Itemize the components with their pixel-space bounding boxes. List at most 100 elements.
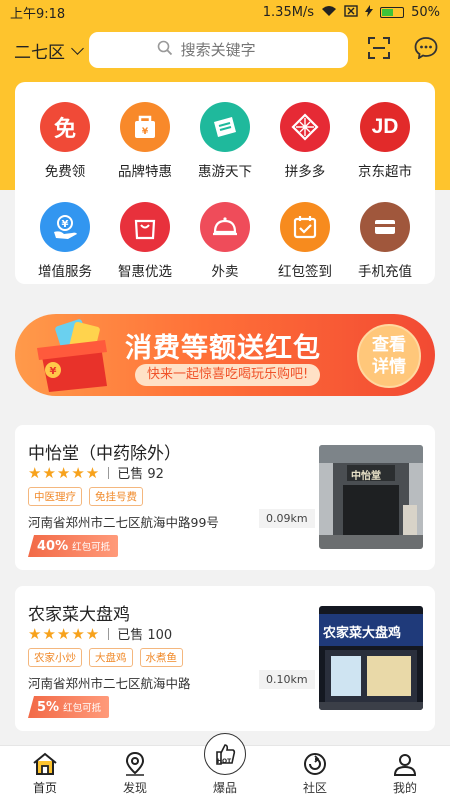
jd-icon: JD	[360, 102, 410, 152]
card-icon	[360, 202, 410, 252]
pinduoduo-icon	[280, 102, 330, 152]
shop-card[interactable]: 农家菜大盘鸡 ★★★★★ 已售 100 农家小炒 大盘鸡 水煮鱼 河南省郑州市二…	[15, 586, 435, 731]
category-smart-select[interactable]: 智惠优选	[105, 182, 185, 282]
shop-tag: 免挂号费	[89, 487, 143, 506]
sold-count: 已售 100	[117, 628, 173, 643]
category-label: 京东超市	[358, 164, 412, 180]
category-value-added[interactable]: ¥ 增值服务	[25, 182, 105, 282]
battery-percent: 50%	[411, 4, 440, 20]
district-label: 二七区	[14, 42, 65, 63]
shop-address: 河南省郑州市二七区航海中路	[28, 676, 191, 691]
hot-badge: HOT	[217, 758, 232, 765]
shop-name: 农家菜大盘鸡	[28, 605, 130, 625]
shop-tag: 中医理疗	[28, 487, 82, 506]
top-header: 二七区	[0, 30, 450, 70]
category-label: 外卖	[211, 264, 239, 280]
category-label: 拼多多	[284, 164, 326, 180]
calendar-check-icon	[280, 202, 330, 252]
category-label: 惠游天下	[198, 164, 252, 180]
status-time: 上午9:18	[10, 6, 66, 22]
redpack-badge: 40% 红包可抵	[28, 535, 119, 557]
chevron-down-icon	[71, 41, 84, 55]
shopping-bag-icon	[120, 202, 170, 252]
scan-icon[interactable]	[368, 37, 390, 63]
svg-text:¥: ¥	[50, 366, 57, 377]
brand-bag-icon: ¥	[120, 102, 170, 152]
redpack-percent: 5%	[37, 699, 60, 715]
category-label: 手机充值	[358, 264, 412, 280]
search-icon	[157, 40, 173, 60]
gift-box-icon: ¥	[37, 319, 107, 392]
category-label: 免费领	[44, 164, 86, 180]
search-input[interactable]	[180, 41, 281, 59]
banner-subtitle: 快来一起惊喜吃喝玩乐购吧!	[135, 364, 321, 386]
category-pinduoduo[interactable]: 拼多多	[265, 82, 345, 182]
category-travel[interactable]: 惠游天下	[185, 82, 265, 182]
shop-photo: 农家菜大盘鸡	[319, 606, 423, 710]
tab-label: 爆品	[212, 781, 237, 795]
home-icon	[32, 749, 58, 779]
category-sign-in[interactable]: 红包签到	[265, 182, 345, 282]
tab-community[interactable]: 社区	[270, 746, 360, 800]
shop-rating: ★★★★★ 已售 100	[28, 624, 173, 644]
shop-tags: 中医理疗 免挂号费	[28, 487, 143, 506]
hot-button[interactable]: HOT	[204, 733, 246, 775]
redpack-label: 红包可抵	[72, 542, 111, 553]
svg-text:¥: ¥	[62, 219, 69, 230]
category-jd[interactable]: JD 京东超市	[345, 82, 425, 182]
tab-mine[interactable]: 我的	[360, 746, 450, 800]
rating-stars: ★★★★★	[28, 463, 101, 482]
shop-tag: 大盘鸡	[89, 648, 133, 667]
tab-label: 社区	[302, 781, 327, 795]
svg-text:¥: ¥	[142, 127, 149, 137]
shop-tag: 农家小炒	[28, 648, 82, 667]
wifi-icon	[321, 5, 337, 20]
food-cloche-icon	[200, 202, 250, 252]
shop-name: 中怡堂（中药除外）	[28, 444, 181, 464]
charging-icon	[365, 4, 374, 20]
message-icon[interactable]	[414, 37, 438, 63]
promo-banner[interactable]: ¥ 消费等额送红包 快来一起惊喜吃喝玩乐购吧! 查看 详情	[15, 314, 435, 396]
category-card: 免 免费领 ¥ 品牌特惠 惠游天下 拼多多 JD 京东超市 ¥ 增值服务 智惠优…	[15, 82, 435, 284]
redpack-percent: 40%	[37, 538, 69, 554]
rating-stars: ★★★★★	[28, 624, 101, 643]
category-label: 红包签到	[278, 264, 332, 280]
redpack-badge: 5% 红包可抵	[28, 696, 110, 718]
shop-sign: 农家菜大盘鸡	[323, 626, 402, 641]
network-speed: 1.35M/s	[262, 4, 315, 20]
battery-fill	[382, 8, 394, 16]
sim-off-icon	[344, 4, 358, 20]
banner-title: 消费等额送红包	[125, 333, 321, 364]
status-bar: 上午9:18 1.35M/s 50%	[0, 0, 450, 24]
district-selector[interactable]: 二七区	[14, 38, 89, 63]
ticket-icon	[200, 102, 250, 152]
tab-label: 发现	[122, 781, 147, 795]
shop-sign: 中怡堂	[351, 471, 381, 482]
free-icon: 免	[40, 102, 90, 152]
tab-label: 首页	[32, 781, 57, 795]
shop-distance: 0.09km	[259, 509, 315, 528]
sold-count: 已售 92	[117, 467, 164, 482]
category-recharge[interactable]: 手机充值	[345, 182, 425, 282]
category-takeout[interactable]: 外卖	[185, 182, 265, 282]
tab-home[interactable]: 首页	[0, 746, 90, 800]
user-icon	[392, 749, 418, 779]
shop-card[interactable]: 中怡堂（中药除外） ★★★★★ 已售 92 中医理疗 免挂号费 河南省郑州市二七…	[15, 425, 435, 570]
money-hand-icon: ¥	[40, 202, 90, 252]
shop-rating: ★★★★★ 已售 92	[28, 463, 164, 483]
category-label: 品牌特惠	[118, 164, 172, 180]
category-brand[interactable]: ¥ 品牌特惠	[105, 82, 185, 182]
shop-address: 河南省郑州市二七区航海中路99号	[28, 515, 219, 530]
search-bar[interactable]	[89, 32, 348, 68]
shop-tags: 农家小炒 大盘鸡 水煮鱼	[28, 648, 183, 667]
location-pin-icon	[123, 749, 147, 779]
community-icon	[302, 749, 328, 779]
shop-photo: 中怡堂	[319, 445, 423, 549]
category-label: 智惠优选	[118, 264, 172, 280]
banner-detail-button[interactable]: 查看 详情	[357, 324, 421, 388]
shop-distance: 0.10km	[259, 670, 315, 689]
category-label: 增值服务	[38, 264, 92, 280]
category-free[interactable]: 免 免费领	[25, 82, 105, 182]
shop-tag: 水煮鱼	[139, 648, 183, 667]
tab-discover[interactable]: 发现	[90, 746, 180, 800]
